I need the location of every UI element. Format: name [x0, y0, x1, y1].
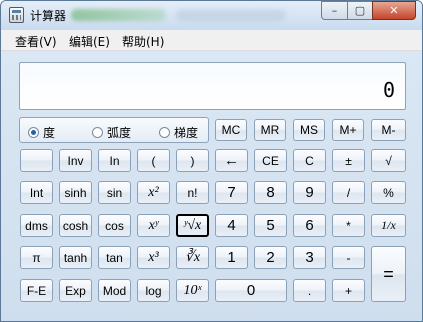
square-label: x² [148, 184, 159, 200]
minimize-icon: – [331, 4, 338, 17]
radio-radians-label: 弧度 [107, 126, 132, 140]
radio-radians[interactable]: 弧度 [92, 124, 131, 141]
m-minus-button[interactable]: M- [371, 119, 406, 141]
percent-button[interactable]: % [371, 181, 406, 204]
mr-button[interactable]: MR [254, 119, 286, 141]
ce-button[interactable]: CE [254, 149, 287, 172]
cube-root-button[interactable]: ∛x [176, 246, 209, 269]
tanh-button[interactable]: tanh [59, 246, 92, 269]
maximize-icon: ▢ [354, 4, 366, 17]
minimize-button[interactable]: – [321, 1, 347, 20]
menu-help[interactable]: 帮助(H) [122, 33, 164, 50]
digit-8-button[interactable]: 8 [254, 181, 287, 204]
sin-button[interactable]: sin [98, 181, 131, 204]
digit-0-button[interactable]: 0 [215, 279, 287, 302]
digit-1-button[interactable]: 1 [215, 246, 248, 269]
cube-button[interactable]: x³ [137, 246, 170, 269]
title-bar-glow [71, 9, 166, 21]
int-button[interactable]: Int [20, 181, 53, 204]
radio-degrees[interactable]: 度 [28, 124, 55, 141]
power-label: xʸ [148, 217, 159, 233]
calculator-window: 计算器 – ▢ ✕ 查看(V) 编辑(E) 帮助(H) 0 度 弧度 梯度 MC… [0, 0, 423, 322]
m-plus-button[interactable]: M+ [332, 119, 364, 141]
menu-edit[interactable]: 编辑(E) [69, 33, 110, 50]
mc-button[interactable]: MC [215, 119, 247, 141]
cube-root-label: ∛x [184, 250, 201, 265]
radio-degrees-label: 度 [43, 126, 56, 140]
digit-4-button[interactable]: 4 [215, 214, 248, 237]
factorial-button[interactable]: n! [176, 181, 209, 204]
dms-button[interactable]: dms [20, 214, 53, 237]
subtract-button[interactable]: - [332, 246, 365, 269]
multiply-button[interactable]: * [332, 214, 365, 237]
close-button[interactable]: ✕ [372, 1, 416, 20]
sinh-button[interactable]: sinh [59, 181, 92, 204]
backspace-button[interactable]: ← [215, 149, 248, 172]
title-bar: 计算器 – ▢ ✕ [1, 1, 422, 30]
result-display: 0 [19, 62, 406, 110]
calculator-app-icon [9, 7, 24, 23]
clear-button[interactable]: C [293, 149, 326, 172]
mod-button[interactable]: Mod [98, 279, 131, 302]
cos-button[interactable]: cos [98, 214, 131, 237]
radio-degrees-icon [28, 127, 39, 138]
exp-button[interactable]: Exp [59, 279, 92, 302]
reciprocal-button[interactable]: 1/x [371, 214, 406, 237]
decimal-button[interactable]: . [293, 279, 326, 302]
digit-6-button[interactable]: 6 [293, 214, 326, 237]
title-bar-glow-2 [176, 9, 286, 21]
digit-5-button[interactable]: 5 [254, 214, 287, 237]
fe-button[interactable]: F-E [20, 279, 53, 302]
window-title: 计算器 [30, 9, 67, 23]
add-button[interactable]: + [332, 279, 365, 302]
ms-button[interactable]: MS [293, 119, 325, 141]
ten-power-button[interactable]: 10ˣ [176, 279, 209, 302]
close-icon: ✕ [389, 4, 399, 17]
log-button[interactable]: log [137, 279, 170, 302]
power-button[interactable]: xʸ [137, 214, 170, 237]
menu-bar: 查看(V) 编辑(E) 帮助(H) [1, 30, 422, 51]
tan-button[interactable]: tan [98, 246, 131, 269]
reciprocal-label: 1/x [381, 218, 396, 232]
yth-root-button[interactable]: ʸ√x [176, 214, 209, 237]
open-paren-button[interactable]: ( [137, 149, 170, 172]
cosh-button[interactable]: cosh [59, 214, 92, 237]
calculator-body: 0 度 弧度 梯度 MC MR MS M+ M- Inv In ( ) ← CE… [1, 51, 422, 321]
pi-button[interactable]: π [20, 246, 53, 269]
cube-label: x³ [148, 249, 159, 265]
radio-gradians-label: 梯度 [174, 126, 199, 140]
ln-button[interactable]: In [98, 149, 131, 172]
angle-mode-group: 度 弧度 梯度 [19, 117, 209, 143]
square-button[interactable]: x² [137, 181, 170, 204]
divide-button[interactable]: / [332, 181, 365, 204]
negate-button[interactable]: ± [332, 149, 365, 172]
radio-gradians-icon [159, 127, 170, 138]
digit-2-button[interactable]: 2 [254, 246, 287, 269]
menu-view[interactable]: 查看(V) [15, 33, 57, 50]
close-paren-button[interactable]: ) [176, 149, 209, 172]
digit-7-button[interactable]: 7 [215, 181, 248, 204]
digit-9-button[interactable]: 9 [293, 181, 326, 204]
radio-radians-icon [92, 127, 103, 138]
window-controls: – ▢ ✕ [321, 1, 416, 20]
sqrt-button[interactable]: √ [371, 149, 406, 172]
display-value: 0 [382, 78, 395, 102]
radio-gradians[interactable]: 梯度 [159, 124, 198, 141]
yth-root-label: ʸ√x [183, 217, 202, 233]
equals-button[interactable]: = [371, 246, 406, 302]
inv-button[interactable]: Inv [59, 149, 92, 172]
ten-power-label: 10ˣ [183, 282, 202, 298]
digit-3-button[interactable]: 3 [293, 246, 326, 269]
maximize-button[interactable]: ▢ [347, 1, 372, 20]
blank-button[interactable] [20, 149, 53, 172]
